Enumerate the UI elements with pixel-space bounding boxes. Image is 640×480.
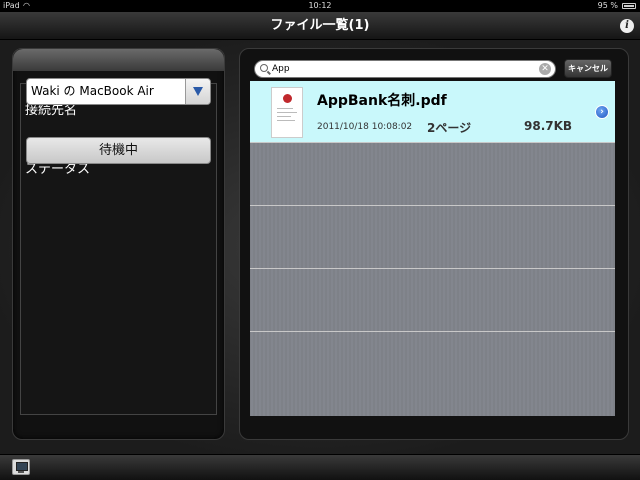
disclosure-icon[interactable]: › xyxy=(595,105,609,119)
cancel-button[interactable]: キャンセル xyxy=(564,59,612,78)
file-row[interactable]: AppBank名刺.pdf 2011/10/18 10:08:02 2ページ 9… xyxy=(250,81,615,143)
empty-row xyxy=(250,333,615,395)
battery-icon xyxy=(622,3,636,9)
connection-value: Waki の MacBook Air xyxy=(31,84,154,98)
page-title: ファイル一覧(1) xyxy=(270,18,370,33)
nav-bar: ファイル一覧(1) i xyxy=(0,12,640,40)
file-list: AppBank名刺.pdf 2011/10/18 10:08:02 2ページ 9… xyxy=(250,81,615,416)
battery-percent: 95 % xyxy=(597,1,618,10)
connection-select[interactable]: Waki の MacBook Air xyxy=(26,78,211,105)
search-input[interactable] xyxy=(272,62,522,76)
status-value: 待機中 xyxy=(26,137,211,164)
file-size: 98.7KB xyxy=(524,119,573,133)
search-icon xyxy=(260,64,268,72)
pdf-thumbnail-icon xyxy=(271,87,303,138)
empty-row xyxy=(250,144,615,206)
dropdown-arrow-icon[interactable] xyxy=(185,79,210,104)
empty-row xyxy=(250,270,615,332)
file-pages: 2ページ xyxy=(427,121,472,135)
bottom-toolbar xyxy=(0,454,640,480)
search-field[interactable]: ✕ xyxy=(254,60,556,78)
thumbnail-logo xyxy=(283,94,292,103)
status-bar: iPad ◠ 10:12 95 % xyxy=(0,0,640,12)
empty-row xyxy=(250,207,615,269)
clock: 10:12 xyxy=(308,1,332,10)
clear-icon[interactable]: ✕ xyxy=(539,63,551,75)
panel-header xyxy=(13,49,224,71)
panel-body xyxy=(20,83,217,415)
computer-icon[interactable] xyxy=(12,459,30,475)
info-icon[interactable]: i xyxy=(620,19,634,33)
file-date: 2011/10/18 10:08:02 xyxy=(317,122,413,132)
file-name: AppBank名刺.pdf xyxy=(317,93,447,109)
